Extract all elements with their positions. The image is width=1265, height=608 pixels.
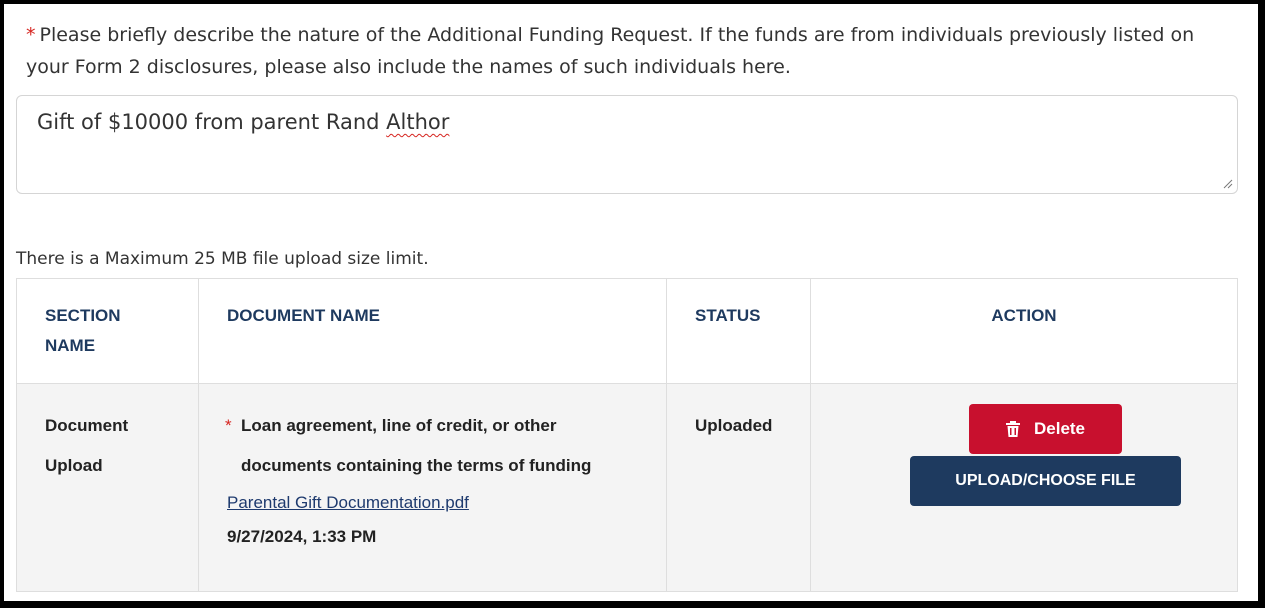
header-document-name: DOCUMENT NAME bbox=[198, 278, 667, 384]
header-section-name: SECTION NAME bbox=[16, 278, 199, 384]
documents-table: SECTION NAME DOCUMENT NAME STATUS ACTION… bbox=[16, 278, 1238, 592]
required-marker: * bbox=[225, 416, 232, 435]
trash-icon bbox=[1005, 421, 1020, 437]
uploaded-file-link[interactable]: Parental Gift Documentation.pdf bbox=[227, 486, 638, 520]
cell-section-name: Document Upload bbox=[16, 383, 199, 592]
document-title: * Loan agreement, line of credit, or oth… bbox=[225, 406, 638, 486]
upload-choose-file-button[interactable]: UPLOAD/CHOOSE FILE bbox=[910, 456, 1181, 506]
cell-document: * Loan agreement, line of credit, or oth… bbox=[198, 383, 667, 592]
resize-grip-icon[interactable] bbox=[1223, 179, 1233, 189]
table-row: Document Upload * Loan agreement, line o… bbox=[16, 383, 1238, 592]
delete-button-label: Delete bbox=[1033, 419, 1086, 438]
question-text: Please briefly describe the nature of th… bbox=[26, 24, 1195, 78]
funding-description-textarea[interactable]: Gift of $10000 from parent Rand Althor bbox=[16, 95, 1238, 194]
funding-question-label: * Please briefly describe the nature of t… bbox=[26, 19, 1226, 83]
header-action: ACTION bbox=[810, 278, 1238, 384]
form-frame: * Please briefly describe the nature of t… bbox=[4, 4, 1258, 601]
table-header-row: SECTION NAME DOCUMENT NAME STATUS ACTION bbox=[16, 278, 1238, 384]
header-status: STATUS bbox=[666, 278, 811, 384]
action-buttons: Delete UPLOAD/CHOOSE FILE bbox=[839, 404, 1209, 506]
cell-status: Uploaded bbox=[666, 383, 811, 592]
required-marker: * bbox=[26, 24, 36, 46]
delete-button[interactable]: Delete bbox=[969, 404, 1122, 454]
textarea-value: Gift of $10000 from parent Rand bbox=[37, 110, 387, 134]
upload-timestamp: 9/27/2024, 1:33 PM bbox=[227, 527, 377, 546]
spellcheck-flagged-word: Althor bbox=[386, 110, 450, 134]
cell-actions: Delete UPLOAD/CHOOSE FILE bbox=[810, 383, 1238, 592]
document-title-text: Loan agreement, line of credit, or other… bbox=[241, 416, 592, 475]
upload-limit-note: There is a Maximum 25 MB file upload siz… bbox=[16, 249, 429, 269]
